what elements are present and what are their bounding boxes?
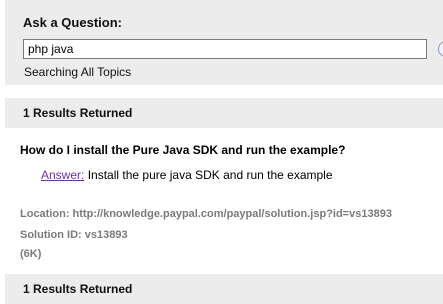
clear-search-button[interactable] bbox=[438, 41, 443, 57]
results-count-bar: 1 Results Returned bbox=[5, 274, 443, 304]
answer-link[interactable]: Answer: bbox=[41, 168, 84, 182]
results-count-bar: 1 Results Returned bbox=[5, 98, 443, 128]
answer-text: Install the pure java SDK and run the ex… bbox=[84, 168, 333, 182]
search-scope-text: Searching All Topics bbox=[24, 65, 132, 79]
ask-question-panel: Ask a Question: Searching All Topics bbox=[5, 0, 443, 85]
results-count: 1 Results Returned bbox=[23, 282, 133, 296]
ask-question-title: Ask a Question: bbox=[23, 15, 122, 30]
result-solution-id: Solution ID: vs13893 bbox=[20, 229, 128, 241]
search-input[interactable] bbox=[23, 39, 427, 59]
result-answer: Answer: Install the pure java SDK and ru… bbox=[41, 168, 333, 182]
result-location: Location: http://knowledge.paypal.com/pa… bbox=[20, 208, 392, 220]
result-size: (6K) bbox=[20, 248, 42, 260]
result-question: How do I install the Pure Java SDK and r… bbox=[20, 143, 346, 157]
results-count: 1 Results Returned bbox=[23, 106, 133, 120]
